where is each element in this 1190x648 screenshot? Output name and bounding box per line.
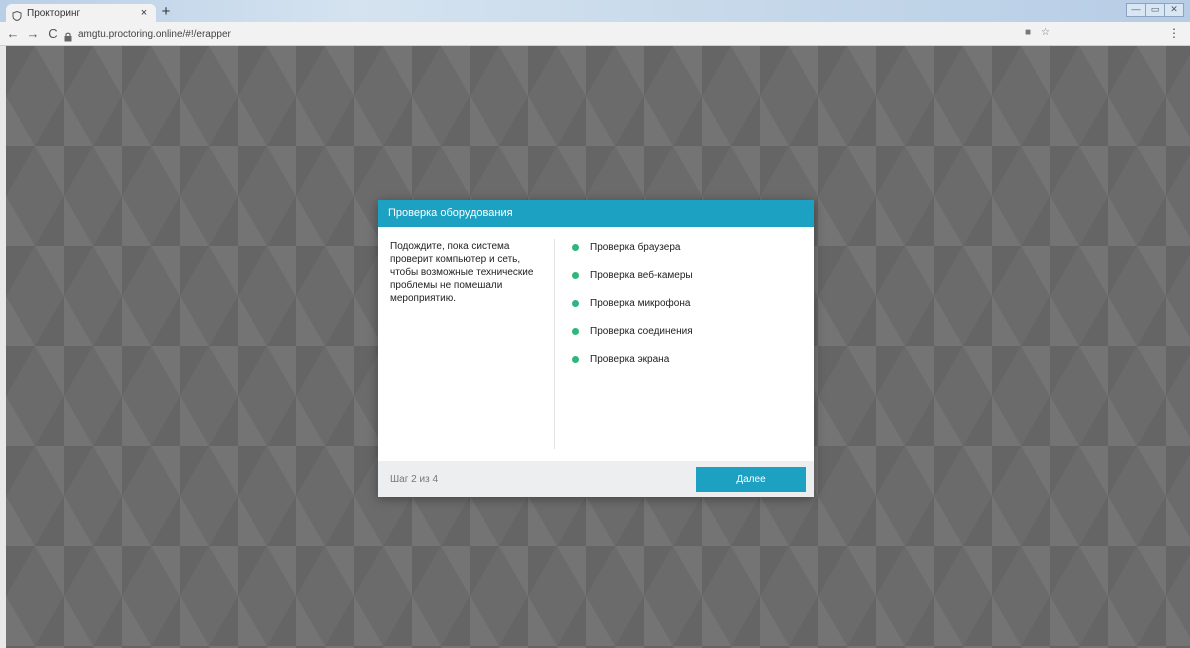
dialog-description: Подождите, пока система проверит компьют…	[390, 241, 534, 304]
maximize-button[interactable]: ▭	[1145, 3, 1165, 17]
next-button[interactable]: Далее	[696, 467, 806, 492]
dialog-divider	[554, 239, 555, 449]
check-item-screen: Проверка экрана	[572, 345, 693, 373]
back-button[interactable]: ←	[6, 26, 20, 42]
browser-menu-icon[interactable]: ⋮	[1168, 26, 1180, 40]
tab-title: Прокторинг	[27, 7, 81, 19]
browser-tab-bar: Прокторинг × + — ▭ ✕	[0, 0, 1190, 22]
minimize-button[interactable]: —	[1126, 3, 1146, 17]
bookmark-star-icon[interactable]: ☆	[1041, 27, 1050, 38]
status-dot-icon	[572, 243, 579, 251]
check-label: Проверка веб-камеры	[590, 269, 693, 281]
browser-toolbar: ← → C amgtu.proctoring.online/#!/erapper…	[0, 22, 1190, 46]
check-list: Проверка браузера Проверка веб-камеры Пр…	[572, 240, 693, 373]
browser-tab[interactable]: Прокторинг ×	[6, 4, 156, 22]
dialog-footer: Шаг 2 из 4 Далее	[378, 461, 814, 497]
check-item-browser: Проверка браузера	[572, 233, 693, 261]
equipment-check-dialog: Проверка оборудования Подождите, пока си…	[378, 200, 814, 497]
camera-indicator-icon[interactable]: ■	[1025, 27, 1031, 38]
check-label: Проверка браузера	[590, 241, 681, 253]
new-tab-button[interactable]: +	[158, 4, 174, 20]
check-label: Проверка соединения	[590, 325, 693, 337]
omnibox-actions: ■ ☆	[1025, 27, 1050, 38]
close-window-button[interactable]: ✕	[1164, 3, 1184, 17]
check-item-webcam: Проверка веб-камеры	[572, 261, 693, 289]
dialog-body: Подождите, пока система проверит компьют…	[378, 227, 814, 461]
status-dot-icon	[572, 271, 579, 279]
address-bar[interactable]: amgtu.proctoring.online/#!/erapper ■ ☆	[58, 25, 1158, 43]
dialog-title: Проверка оборудования	[378, 200, 814, 227]
check-item-connection: Проверка соединения	[572, 317, 693, 345]
url-text: amgtu.proctoring.online/#!/erapper	[78, 28, 231, 40]
tab-close-icon[interactable]: ×	[138, 7, 150, 19]
window-controls: — ▭ ✕	[1126, 3, 1184, 17]
shield-icon	[12, 8, 22, 22]
check-label: Проверка экрана	[590, 353, 670, 365]
status-dot-icon	[572, 355, 579, 363]
status-dot-icon	[572, 299, 579, 307]
status-dot-icon	[572, 327, 579, 335]
check-item-microphone: Проверка микрофона	[572, 289, 693, 317]
forward-button[interactable]: →	[26, 26, 40, 42]
lock-icon	[64, 29, 72, 42]
check-label: Проверка микрофона	[590, 297, 691, 309]
step-indicator: Шаг 2 из 4	[390, 473, 439, 485]
